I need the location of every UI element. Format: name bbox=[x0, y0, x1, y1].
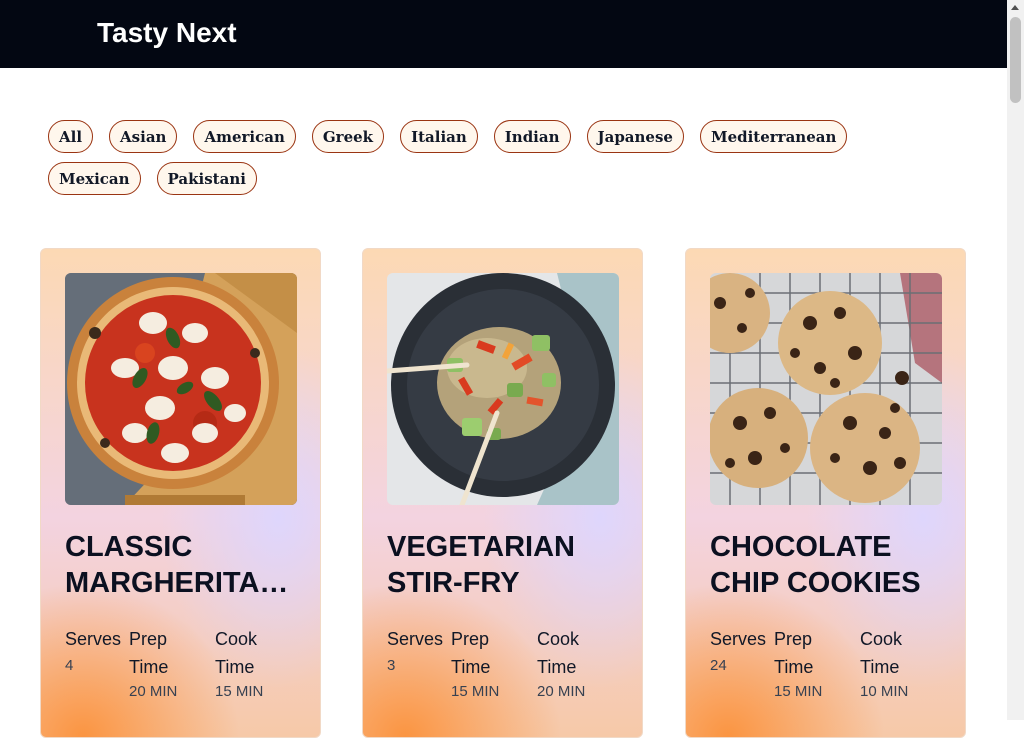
serves-value: 3 bbox=[387, 657, 396, 674]
filter-chip-asian[interactable]: Asian bbox=[109, 120, 178, 153]
serves-label: Serves bbox=[65, 629, 122, 649]
serves-value: 24 bbox=[710, 657, 727, 674]
cook-time-value: 15 MIN bbox=[215, 683, 264, 700]
recipe-title[interactable]: Classic Margherita… bbox=[65, 529, 301, 601]
prep-time-label: Prep Time bbox=[774, 629, 814, 677]
filter-chip-pakistani[interactable]: Pakistani bbox=[156, 162, 257, 195]
recipe-title[interactable]: Vegetarian Stir-Fry bbox=[387, 529, 623, 601]
filter-chip-indian[interactable]: Indian bbox=[493, 120, 571, 153]
cook-time-label: Cook Time bbox=[215, 629, 258, 677]
serves-label: Serves bbox=[387, 629, 444, 649]
scroll-up-icon[interactable] bbox=[1011, 5, 1019, 10]
filter-chip-mediterranean[interactable]: Mediterranean bbox=[699, 120, 848, 153]
prep-time-value: 15 MIN bbox=[451, 683, 500, 700]
filter-chip-italian[interactable]: Italian bbox=[400, 120, 478, 153]
filter-chip-greek[interactable]: Greek bbox=[311, 120, 385, 153]
prep-time-value: 20 MIN bbox=[129, 683, 178, 700]
recipe-photo-stir-fry[interactable] bbox=[387, 273, 619, 505]
cuisine-filter-bar: All Asian American Greek Italian Indian … bbox=[48, 120, 948, 195]
prep-time-label: Prep Time bbox=[129, 629, 169, 677]
recipe-photo-pizza[interactable] bbox=[65, 273, 297, 505]
cook-time-value: 20 MIN bbox=[537, 683, 586, 700]
scroll-thumb[interactable] bbox=[1010, 17, 1021, 103]
prep-time-value: 15 MIN bbox=[774, 683, 823, 700]
page-scrollbar[interactable] bbox=[1007, 0, 1024, 720]
filter-chip-american[interactable]: American bbox=[193, 120, 296, 153]
recipe-photo-cookies[interactable] bbox=[710, 273, 942, 505]
recipe-card[interactable]: Classic Margherita… Serves 4 Prep Time 2… bbox=[40, 248, 321, 738]
filter-chip-japanese[interactable]: Japanese bbox=[586, 120, 684, 153]
recipe-title[interactable]: Chocolate Chip Cookies bbox=[710, 529, 946, 601]
top-navbar: Tasty Next bbox=[0, 0, 1007, 68]
serves-label: Serves bbox=[710, 629, 767, 649]
brand-logo[interactable]: Tasty Next bbox=[97, 15, 237, 51]
cook-time-label: Cook Time bbox=[537, 629, 580, 677]
recipe-card[interactable]: Chocolate Chip Cookies Serves 24 Prep Ti… bbox=[685, 248, 966, 738]
filter-chip-mexican[interactable]: Mexican bbox=[48, 162, 141, 195]
prep-time-label: Prep Time bbox=[451, 629, 491, 677]
cook-time-value: 10 MIN bbox=[860, 683, 909, 700]
recipe-card[interactable]: Vegetarian Stir-Fry Serves 3 Prep Time 1… bbox=[362, 248, 643, 738]
cook-time-label: Cook Time bbox=[860, 629, 903, 677]
filter-chip-all[interactable]: All bbox=[48, 120, 94, 153]
serves-value: 4 bbox=[65, 657, 74, 674]
